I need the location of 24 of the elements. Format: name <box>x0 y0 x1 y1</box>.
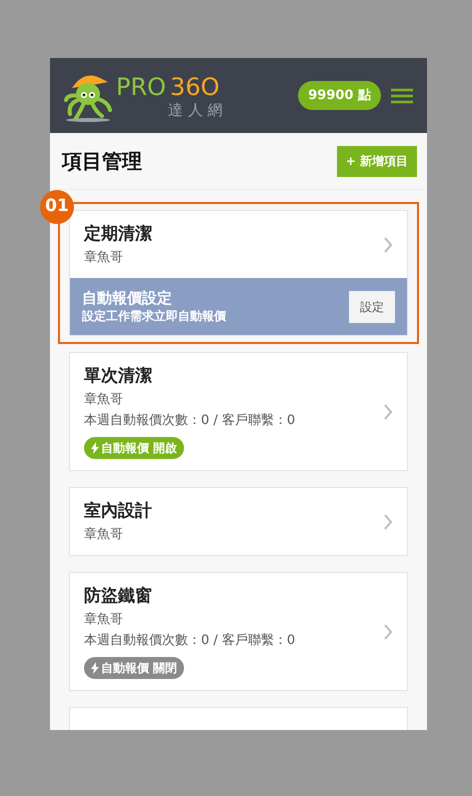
project-card[interactable]: 室內設計 章魚哥 <box>69 487 408 556</box>
project-title: 室內設計 <box>84 500 153 523</box>
project-title: 定期清潔 <box>84 223 153 246</box>
logo-subtitle: 達 人 網 <box>167 100 223 118</box>
project-title: 單次清潔 <box>84 365 153 388</box>
step-badge: 01 <box>40 190 74 224</box>
logo-brand: PRO <box>116 72 166 100</box>
project-stats: 本週自動報價次數：0 / 客戶聯繫：0 <box>84 412 296 430</box>
project-card[interactable]: 定期清潔 章魚哥 自動報價設定 設定工作需求立即自動報價 設定 <box>69 210 408 336</box>
banner-title: 自動報價設定 <box>82 289 173 308</box>
project-owner: 章魚哥 <box>84 611 124 629</box>
page-title: 項目管理 <box>62 148 142 175</box>
auto-quote-badge: 自動報價 開啟 <box>84 437 184 459</box>
project-owner: 章魚哥 <box>84 526 124 544</box>
banner-subtitle: 設定工作需求立即自動報價 <box>82 308 227 324</box>
auto-quote-badge: 自動報價 關閉 <box>84 657 184 679</box>
project-stats: 本週自動報價次數：0 / 客戶聯繫：0 <box>84 632 296 650</box>
project-owner: 章魚哥 <box>84 391 124 409</box>
project-card[interactable]: 單次清潔 章魚哥 本週自動報價次數：0 / 客戶聯繫：0 自動報價 開啟 <box>69 352 408 471</box>
settings-button[interactable]: 設定 <box>349 290 395 322</box>
project-title: 防盜鐵窗 <box>84 585 153 608</box>
project-card[interactable]: 防盜鐵窗 章魚哥 本週自動報價次數：0 / 客戶聯繫：0 自動報價 關閉 <box>69 572 408 691</box>
logo-number: 36O <box>170 72 220 100</box>
project-owner: 章魚哥 <box>84 249 124 267</box>
